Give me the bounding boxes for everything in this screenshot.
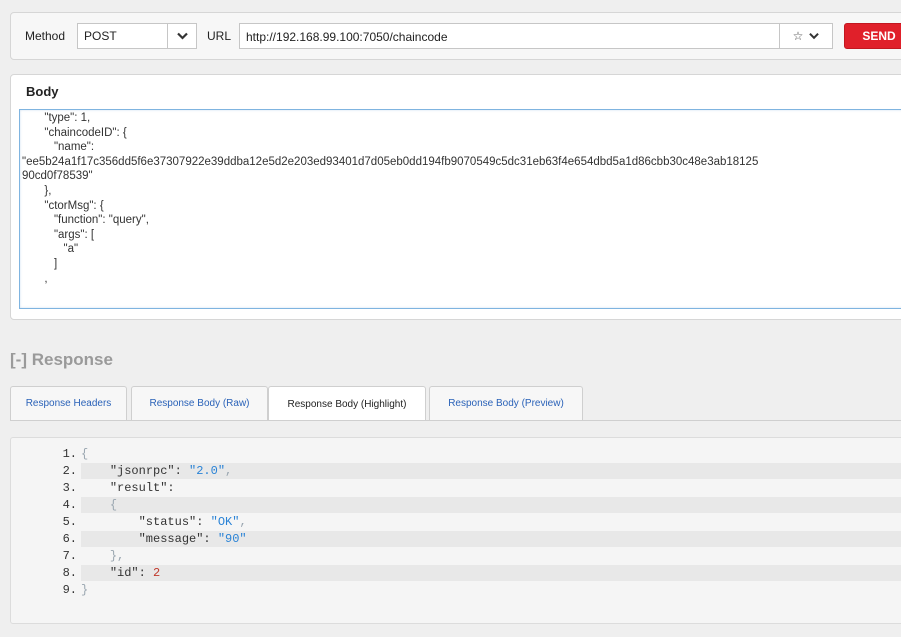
url-field[interactable]: ☆: [239, 23, 833, 49]
line-number: 3.: [62, 481, 77, 495]
body-line: "type": 1,: [22, 112, 91, 124]
tab-response-body-raw[interactable]: Response Body (Raw): [131, 386, 268, 420]
body-line: "ee5b24a1f17c356dd5f6e37307922e39ddba12e…: [22, 155, 759, 168]
tab-divider: [10, 420, 901, 421]
request-bar: Method POST URL ☆ SEND: [10, 12, 901, 60]
url-input[interactable]: [244, 25, 768, 49]
code-line: 4. {: [31, 497, 901, 513]
code-line: 2. "jsonrpc": "2.0",: [31, 463, 901, 479]
body-line: "ctorMsg": {: [22, 199, 104, 212]
response-code: 1. { 2. "jsonrpc": "2.0", 3. "result": 4…: [10, 437, 901, 624]
code-line: 5. "status": "OK",: [31, 514, 901, 530]
brace: }: [81, 583, 89, 597]
code-line: 6. "message": "90": [31, 531, 901, 547]
line-number: 4.: [62, 498, 77, 512]
brace: },: [109, 549, 125, 563]
url-label: URL: [207, 29, 232, 43]
json-key: "id": [109, 566, 139, 580]
body-line: ,: [22, 272, 48, 285]
body-textarea[interactable]: "type": 1, "chaincodeID": { "name": "ee5…: [19, 109, 901, 309]
code-line: 3. "result":: [31, 480, 901, 496]
json-string: "2.0": [189, 464, 226, 478]
json-string: "90": [217, 532, 247, 546]
tab-response-body-preview[interactable]: Response Body (Preview): [429, 386, 583, 420]
json-string: "OK": [210, 515, 240, 529]
line-number: 9.: [62, 583, 77, 597]
method-select[interactable]: POST: [77, 23, 197, 49]
body-panel: Body "type": 1, "chaincodeID": { "name":…: [10, 74, 901, 320]
body-line: "function": "query",: [22, 214, 149, 227]
line-number: 1.: [62, 447, 77, 461]
brace: {: [109, 498, 118, 512]
json-key: "message": [138, 532, 204, 546]
line-number: 7.: [62, 549, 77, 563]
json-key: "jsonrpc": [109, 464, 175, 478]
line-number: 6.: [62, 532, 77, 546]
tab-response-body-highlight[interactable]: Response Body (Highlight): [268, 386, 426, 421]
code-line: 9. }: [31, 582, 901, 598]
body-line: 90cd0f78539": [22, 170, 93, 183]
chevron-down-icon[interactable]: [167, 24, 196, 48]
body-line: },: [22, 184, 52, 197]
method-value: POST: [84, 29, 117, 43]
url-tools: ☆: [779, 24, 832, 48]
line-number: 2.: [62, 464, 77, 478]
line-number: 5.: [62, 515, 77, 529]
body-line: "a": [22, 243, 79, 256]
send-button[interactable]: SEND: [844, 23, 901, 49]
json-number: 2: [153, 566, 161, 580]
chevron-down-icon[interactable]: [809, 32, 820, 40]
tab-response-headers[interactable]: Response Headers: [10, 386, 127, 420]
code-line: 8. "id": 2: [31, 565, 901, 581]
json-key: "status": [138, 515, 197, 529]
brace: {: [81, 447, 89, 461]
body-line: ]: [22, 257, 58, 270]
body-line: "args": [: [22, 228, 95, 241]
code-line: 1. {: [31, 446, 901, 462]
line-number: 8.: [62, 566, 77, 580]
method-label: Method: [25, 29, 66, 43]
body-line: "name":: [22, 141, 95, 154]
star-icon[interactable]: ☆: [793, 29, 804, 43]
json-key: "result": [109, 481, 168, 495]
response-toggle[interactable]: [-] Response: [10, 350, 113, 370]
body-line: "chaincodeID": {: [22, 126, 127, 139]
body-title: Body: [26, 84, 59, 99]
code-line: 7. },: [31, 548, 901, 564]
